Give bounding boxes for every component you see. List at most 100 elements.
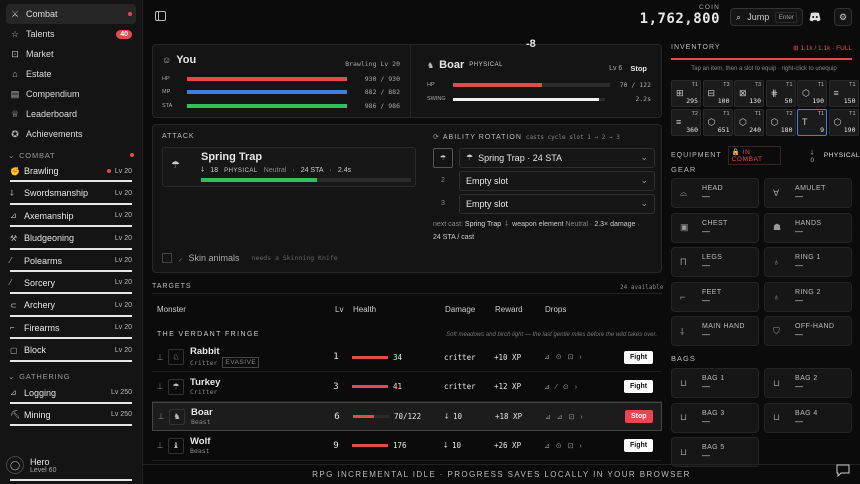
item-icon: ⬡ — [802, 88, 810, 98]
drops-icons[interactable]: ⊿ ⊿ ⊡ › — [545, 413, 625, 421]
bag-slot-3[interactable]: ⊔ BAG 3— — [671, 402, 759, 433]
gear-slot-feet[interactable]: ⌐ FEET — — [671, 281, 759, 312]
skill-block[interactable]: ▢ Block Lv 20 — [6, 341, 136, 363]
rotation-select[interactable]: ☂ Spring Trap · 24 STA ⌄ — [459, 147, 655, 168]
gathering-section-header[interactable]: ⌄ GATHERING — [8, 370, 134, 384]
item-icon: ⬡ — [770, 117, 779, 127]
bag-slot-2[interactable]: ⊔ BAG 2— — [764, 368, 852, 398]
inventory-slot[interactable]: T1 ⬡ 190 — [797, 80, 827, 107]
pin-icon[interactable]: ⊥ — [152, 441, 168, 450]
skill-xp-bar — [10, 424, 132, 427]
gear-slot-off-hand[interactable]: ⛉ OFF-HAND — — [764, 316, 852, 346]
jump-shortcut: Enter — [775, 11, 797, 23]
item-icon: ⬡ — [739, 117, 747, 127]
combat-section-header[interactable]: ⌄ COMBAT — [8, 148, 134, 162]
monster-name: Boar — [191, 407, 213, 418]
rotation-select[interactable]: Empty slot ⌄ — [459, 193, 655, 214]
enemy-level: Lv 6 — [609, 65, 623, 72]
skill-archery[interactable]: ⊂ Archery Lv 20 — [6, 296, 136, 318]
table-row[interactable]: ⊥ ♞ Boar Beast 6 70/122 ⸸ 10 +18 XP ⊿ ⊿ ⊡ › Stop — [152, 402, 662, 431]
drops-icons[interactable]: ⊿ ⊙ ⊡ › — [544, 353, 624, 361]
rotation-select[interactable]: Empty slot ⌄ — [459, 170, 655, 191]
hero-profile[interactable]: ◯ Hero Level 60 — [6, 456, 56, 474]
shield-icon: ▢ — [10, 345, 18, 355]
inventory-slot[interactable]: T1 ≡ 150 — [828, 80, 859, 107]
bag-slot-1[interactable]: ⊔ BAG 1— — [671, 368, 759, 398]
gear-slot-main-hand[interactable]: ⸸ MAIN HAND — — [671, 316, 759, 346]
rotation-icon: ⟳ — [433, 134, 439, 141]
inventory-slot[interactable]: T1 ⊞ 295 — [671, 80, 701, 107]
sidebar-toggle-icon[interactable] — [155, 11, 166, 21]
skill-swordsmanship[interactable]: ⸸ Swordsmanship Lv 20 — [6, 184, 136, 206]
drops-icons[interactable]: ⊿ ⊙ ⊡ › — [544, 442, 624, 450]
enemy-stop-button[interactable]: Stop — [630, 64, 647, 73]
chat-icon[interactable] — [836, 464, 852, 478]
pin-icon[interactable]: ⊥ — [152, 382, 168, 391]
inventory-slot[interactable]: T1 ⬡ 190 — [828, 109, 859, 136]
skin-checkbox[interactable] — [162, 252, 172, 263]
sword-icon: ⸸ — [201, 167, 205, 174]
gear-slot-amulet[interactable]: ∀ AMULET — — [764, 178, 852, 208]
fight-button[interactable]: Fight — [624, 380, 654, 393]
sidebar-item-market[interactable]: ⊡ Market — [6, 44, 136, 64]
inventory-slot[interactable]: T1 T 9 — [797, 109, 827, 136]
skin-animals-row[interactable]: ⸝ Skin animals needs a Skinning Knife — [162, 251, 338, 264]
inventory-slot[interactable]: T2 ⬡ 180 — [765, 109, 796, 136]
gear-slot-ring-2[interactable]: ♁ RING 2— — [764, 281, 852, 312]
gear-slot-chest[interactable]: ▣ CHEST — — [671, 212, 759, 243]
sidebar-item-estate[interactable]: ⌂ Estate — [6, 64, 136, 84]
discord-icon[interactable] — [806, 8, 824, 26]
skill-xp-bar — [10, 247, 132, 250]
inventory-slot[interactable]: T1 ⬡ 240 — [734, 109, 764, 136]
jump-button[interactable]: ⌕ Jump Enter — [730, 8, 803, 26]
sidebar-item-compendium[interactable]: ▤ Compendium — [6, 84, 136, 104]
skill-bludgeoning[interactable]: ⚒ Bludgeoning Lv 20 — [6, 229, 136, 251]
monster-hp-bar — [352, 355, 388, 359]
skill-axemanship[interactable]: ⊿ Axemanship Lv 20 — [6, 207, 136, 229]
combat-skill-list: ✊ Brawling Lv 20 ⸸ Swordsmanship Lv 20 ⊿ Axeman… — [0, 162, 142, 364]
inventory-slot[interactable]: T3 ⊠ 130 — [734, 80, 764, 107]
inventory-slot[interactable]: T1 ⬡ 651 — [702, 109, 733, 136]
bag-slot-5[interactable]: ⊔ BAG 5— — [671, 437, 759, 467]
pin-icon[interactable]: ⊥ — [153, 412, 169, 421]
gathering-skill-list: ⊿ Logging Lv 250 ⛏ Mining Lv 250 — [0, 384, 142, 429]
table-row[interactable]: ⊥ ☂ Turkey Critter 3 41 critter +12 XP ⊿ ⁄ ⊙ › Fi… — [152, 373, 662, 402]
enemy-name: Boar — [439, 59, 465, 71]
settings-gear-icon[interactable]: ⚙ — [834, 8, 852, 26]
gear-slot-legs[interactable]: Π LEGS — — [671, 247, 759, 277]
fight-button[interactable]: Fight — [624, 439, 654, 452]
skill-xp-bar — [10, 269, 132, 272]
legs-icon: Π — [680, 257, 687, 267]
skill-polearms[interactable]: ⁄ Polearms Lv 20 — [6, 252, 136, 274]
skill-mining[interactable]: ⛏ Mining Lv 250 — [6, 406, 136, 428]
bag-slot-4[interactable]: ⊔ BAG 4— — [764, 402, 852, 433]
skill-firearms[interactable]: ⌐ Firearms Lv 20 — [6, 319, 136, 341]
chevron-down-icon: ⌄ — [640, 198, 648, 208]
sidebar-item-talents[interactable]: ☆ Talents 40 — [6, 24, 136, 44]
enemy-hp-row: HP 70 / 122 — [427, 81, 651, 89]
drops-icons[interactable]: ⊿ ⁄ ⊙ › — [544, 383, 624, 391]
rotation-slot-2: 2 Empty slot ⌄ — [433, 169, 655, 192]
sidebar-item-achievements[interactable]: ✪ Achievements — [6, 124, 136, 144]
main-nav: ⚔ Combat ☆ Talents 40 ⊡ Market ⌂ Estate ▤ Compendi… — [0, 0, 142, 144]
table-row[interactable]: ⊥ ♘ Rabbit Critter EVASIVE 1 34 critter +10 XP ⊿ … — [152, 343, 662, 372]
inventory-slot[interactable]: T2 ≡ 360 — [671, 109, 701, 136]
pin-icon[interactable]: ⊥ — [152, 353, 168, 362]
gear-slot-ring-1[interactable]: ♁ RING 1— — [764, 247, 852, 277]
fight-button[interactable]: Fight — [624, 350, 654, 364]
skill-brawling[interactable]: ✊ Brawling Lv 20 — [6, 162, 136, 184]
gear-slot-head[interactable]: ⌓ HEAD — — [671, 178, 759, 208]
table-row[interactable]: ⊥ ♝ Wolf Beast 9 176 ⸸ 10 +26 XP ⊿ ⊙ ⊡ › Fight — [152, 432, 662, 461]
gear-slot-hands[interactable]: ☗ HANDS — — [764, 212, 852, 243]
skill-logging[interactable]: ⊿ Logging Lv 250 — [6, 384, 136, 406]
stop-button[interactable]: Stop — [625, 410, 653, 423]
skill-xp-bar — [10, 359, 132, 362]
skill-sorcery[interactable]: ⁄ Sorcery Lv 20 — [6, 274, 136, 296]
damage-popup: -8 — [526, 38, 536, 50]
inventory-slot[interactable]: T1 ⋕ 50 — [765, 80, 796, 107]
inventory-slot[interactable]: T3 ⊟ 100 — [702, 80, 733, 107]
attack-card[interactable]: ☂ Spring Trap ⸸ 18 PHYSICAL Neutral · 24 S… — [162, 147, 416, 187]
sidebar-item-leaderboard[interactable]: ♕ Leaderboard — [6, 104, 136, 124]
sidebar-item-combat[interactable]: ⚔ Combat — [6, 4, 136, 24]
gloves-icon: ☗ — [773, 222, 782, 232]
